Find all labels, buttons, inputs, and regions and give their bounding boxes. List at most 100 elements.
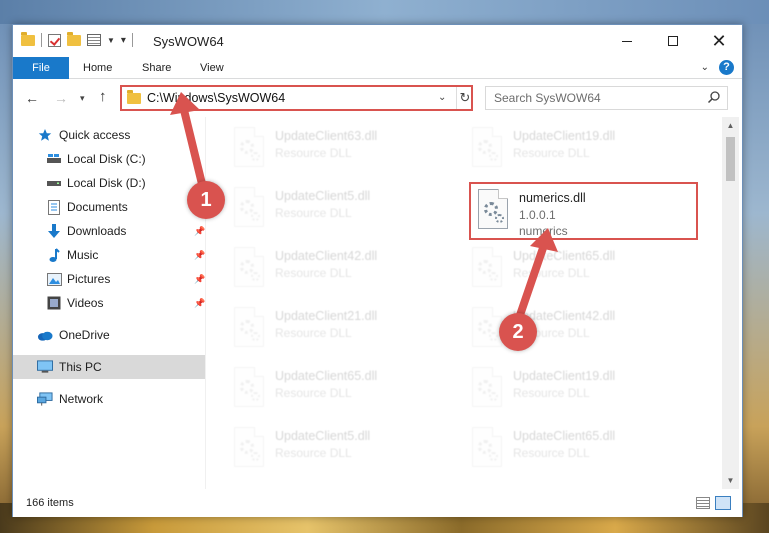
tab-file[interactable]: File <box>13 57 69 79</box>
properties-list-icon[interactable] <box>87 34 101 46</box>
details-view-icon[interactable] <box>696 497 710 509</box>
list-item[interactable]: UpdateClient5.dll Resource DLL <box>231 424 461 476</box>
dll-file-icon <box>234 367 264 407</box>
chevron-down-icon[interactable]: ▼ <box>107 36 115 45</box>
file-description: Resource DLL <box>275 386 352 400</box>
dll-file-icon <box>234 307 264 347</box>
list-item[interactable]: UpdateClient65.dll Resource DLL <box>469 244 699 296</box>
tab-share[interactable]: Share <box>142 57 171 79</box>
dll-file-icon <box>234 187 264 227</box>
minimize-button[interactable] <box>604 25 650 57</box>
back-arrow-icon[interactable]: ← <box>25 90 39 106</box>
file-description: Resource DLL <box>513 146 590 160</box>
file-name: UpdateClient5.dll <box>275 189 371 203</box>
list-item[interactable]: UpdateClient5.dll Resource DLL <box>231 184 461 236</box>
highlight-box-numerics <box>469 182 698 240</box>
customize-toolbar-icon[interactable]: ▾ <box>121 35 126 46</box>
vertical-scrollbar[interactable]: ▲ ▼ <box>722 117 739 489</box>
file-description: Resource DLL <box>275 446 352 460</box>
file-description: Resource DLL <box>513 446 590 460</box>
sidebar-item-label: This PC <box>59 360 102 374</box>
list-item[interactable]: UpdateClient65.dll Resource DLL <box>469 424 699 476</box>
tiles-view-icon[interactable] <box>715 496 731 510</box>
status-bar: 166 items <box>13 491 742 517</box>
sidebar-item-label: Music <box>67 248 99 262</box>
sidebar-item-label: OneDrive <box>59 328 110 342</box>
sidebar-item-quick-access[interactable]: Quick access <box>13 123 206 147</box>
file-name: UpdateClient19.dll <box>513 129 616 143</box>
drive-icon <box>46 151 62 167</box>
list-item[interactable]: UpdateClient19.dll Resource DLL <box>469 124 699 176</box>
tab-view[interactable]: View <box>200 57 224 79</box>
pin-icon[interactable]: 📌 <box>194 250 205 261</box>
sidebar-item-local-disk-c[interactable]: Local Disk (C:) <box>13 147 206 171</box>
file-description: Resource DLL <box>275 146 352 160</box>
search-icon[interactable] <box>707 90 721 104</box>
file-description: Resource DLL <box>275 266 352 280</box>
help-icon[interactable]: ? <box>719 60 734 75</box>
scroll-down-icon[interactable]: ▼ <box>722 472 739 489</box>
sidebar-item-onedrive[interactable]: OneDrive <box>13 323 206 347</box>
step-badge-2: 2 <box>499 313 537 351</box>
file-name: UpdateClient21.dll <box>275 309 378 323</box>
cloud-icon <box>37 327 53 343</box>
window-title: SysWOW64 <box>153 34 224 49</box>
pin-icon[interactable]: 📌 <box>194 226 205 237</box>
maximize-button[interactable] <box>650 25 696 57</box>
forward-arrow-icon[interactable]: → <box>54 90 68 106</box>
folder-icon <box>21 31 35 46</box>
sidebar-item-label: Pictures <box>67 272 111 286</box>
sidebar-item-network[interactable]: Network <box>13 387 206 411</box>
search-input[interactable] <box>486 87 696 109</box>
list-item[interactable]: UpdateClient21.dll Resource DLL <box>231 304 461 356</box>
sidebar-item-label: Videos <box>67 296 104 310</box>
file-name: UpdateClient65.dll <box>275 369 378 383</box>
sidebar-item-videos[interactable]: Videos 📌 <box>13 291 206 315</box>
file-description: Resource DLL <box>513 266 590 280</box>
scroll-up-icon[interactable]: ▲ <box>722 117 739 134</box>
ribbon-right-controls: ⌄ ? <box>701 60 734 75</box>
search-box[interactable] <box>485 86 728 110</box>
file-name: UpdateClient5.dll <box>275 429 371 443</box>
expand-ribbon-icon[interactable]: ⌄ <box>701 62 709 73</box>
sidebar-item-music[interactable]: Music 📌 <box>13 243 206 267</box>
sidebar-item-local-disk-d[interactable]: Local Disk (D:) <box>13 171 206 195</box>
sidebar-item-this-pc[interactable]: This PC <box>13 355 206 379</box>
chevron-down-icon[interactable]: ⌄ <box>438 92 446 103</box>
sidebar-item-downloads[interactable]: Downloads 📌 <box>13 219 206 243</box>
up-arrow-icon[interactable]: ↑ <box>99 88 107 105</box>
pin-icon[interactable]: 📌 <box>194 298 205 309</box>
navigation-pane: Quick access Local Disk (C:) Local Disk … <box>13 117 206 489</box>
sidebar-item-label: Network <box>59 392 104 406</box>
list-item[interactable]: UpdateClient63.dll Resource DLL <box>231 124 461 176</box>
folder-icon <box>127 90 141 104</box>
drive-icon <box>46 175 62 191</box>
minimize-icon <box>622 40 632 42</box>
properties-check-icon[interactable] <box>48 33 61 47</box>
dll-file-icon <box>472 427 502 467</box>
address-path[interactable]: C:\Windows\SysWOW64 <box>147 91 285 105</box>
scrollbar-thumb[interactable] <box>726 137 735 181</box>
refresh-icon[interactable]: ↻ <box>456 87 473 109</box>
file-description: Resource DLL <box>513 386 590 400</box>
list-item[interactable]: UpdateClient42.dll Resource DLL <box>231 244 461 296</box>
sidebar-item-pictures[interactable]: Pictures 📌 <box>13 267 206 291</box>
videos-icon <box>46 295 62 311</box>
list-item[interactable]: UpdateClient65.dll Resource DLL <box>231 364 461 416</box>
tab-home[interactable]: Home <box>83 57 112 79</box>
recent-locations-icon[interactable]: ▾ <box>80 93 85 104</box>
file-name: UpdateClient65.dll <box>513 249 616 263</box>
list-item[interactable]: UpdateClient19.dll Resource DLL <box>469 364 699 416</box>
computer-icon <box>37 359 53 375</box>
sidebar-item-label: Local Disk (D:) <box>67 176 146 190</box>
pin-icon[interactable]: 📌 <box>194 274 205 285</box>
new-folder-icon[interactable] <box>67 31 81 46</box>
toolbar-separator <box>41 33 42 47</box>
file-description: Resource DLL <box>275 206 352 220</box>
sidebar-item-label: Downloads <box>67 224 127 238</box>
address-bar[interactable]: C:\Windows\SysWOW64 ⌄ ↻ <box>120 85 473 111</box>
dll-file-icon <box>234 427 264 467</box>
sidebar-item-documents[interactable]: Documents <box>13 195 206 219</box>
pane-divider[interactable] <box>205 117 206 489</box>
close-button[interactable]: ✕ <box>696 25 742 57</box>
